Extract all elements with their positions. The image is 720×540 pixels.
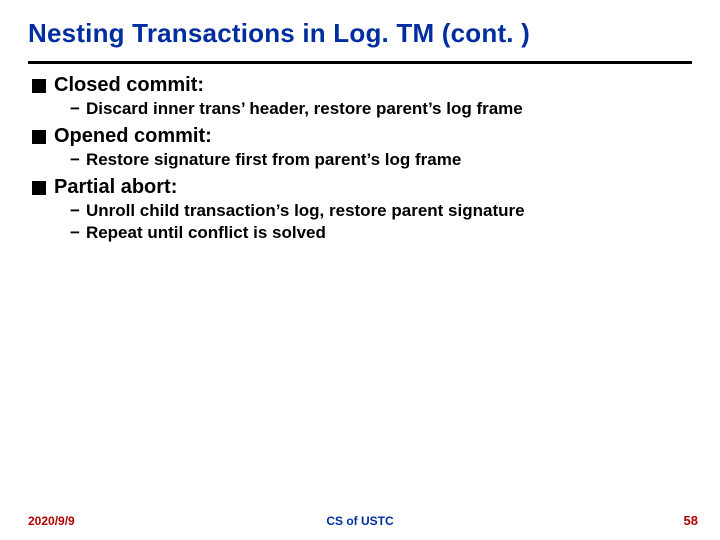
dash-bullet-icon: − (70, 223, 80, 243)
footer-page-number: 58 (684, 513, 698, 528)
section-heading: Partial abort: (54, 176, 177, 199)
section-point: Unroll child transaction’s log, restore … (86, 201, 525, 221)
bullet-level1: Closed commit: (32, 74, 692, 97)
page-title: Nesting Transactions in Log. TM (cont. ) (28, 18, 692, 59)
section-point: Repeat until conflict is solved (86, 223, 326, 243)
slide-body: Closed commit: − Discard inner trans’ he… (28, 74, 692, 243)
footer-affiliation: CS of USTC (326, 514, 393, 528)
bullet-level2: − Restore signature first from parent’s … (70, 150, 692, 170)
bullet-level2: − Discard inner trans’ header, restore p… (70, 99, 692, 119)
dash-bullet-icon: − (70, 99, 80, 119)
bullet-level1: Partial abort: (32, 176, 692, 199)
bullet-level2: − Unroll child transaction’s log, restor… (70, 201, 692, 221)
square-bullet-icon (32, 130, 46, 144)
section-heading: Closed commit: (54, 74, 204, 97)
bullet-level2: − Repeat until conflict is solved (70, 223, 692, 243)
section-point: Discard inner trans’ header, restore par… (86, 99, 523, 119)
dash-bullet-icon: − (70, 150, 80, 170)
section-point: Restore signature first from parent’s lo… (86, 150, 461, 170)
slide: Nesting Transactions in Log. TM (cont. )… (0, 0, 720, 540)
dash-bullet-icon: − (70, 201, 80, 221)
bullet-level1: Opened commit: (32, 125, 692, 148)
square-bullet-icon (32, 79, 46, 93)
footer-date: 2020/9/9 (28, 514, 75, 528)
section-heading: Opened commit: (54, 125, 212, 148)
square-bullet-icon (32, 181, 46, 195)
title-rule (28, 61, 692, 64)
slide-footer: 2020/9/9 CS of USTC 58 (0, 508, 720, 528)
